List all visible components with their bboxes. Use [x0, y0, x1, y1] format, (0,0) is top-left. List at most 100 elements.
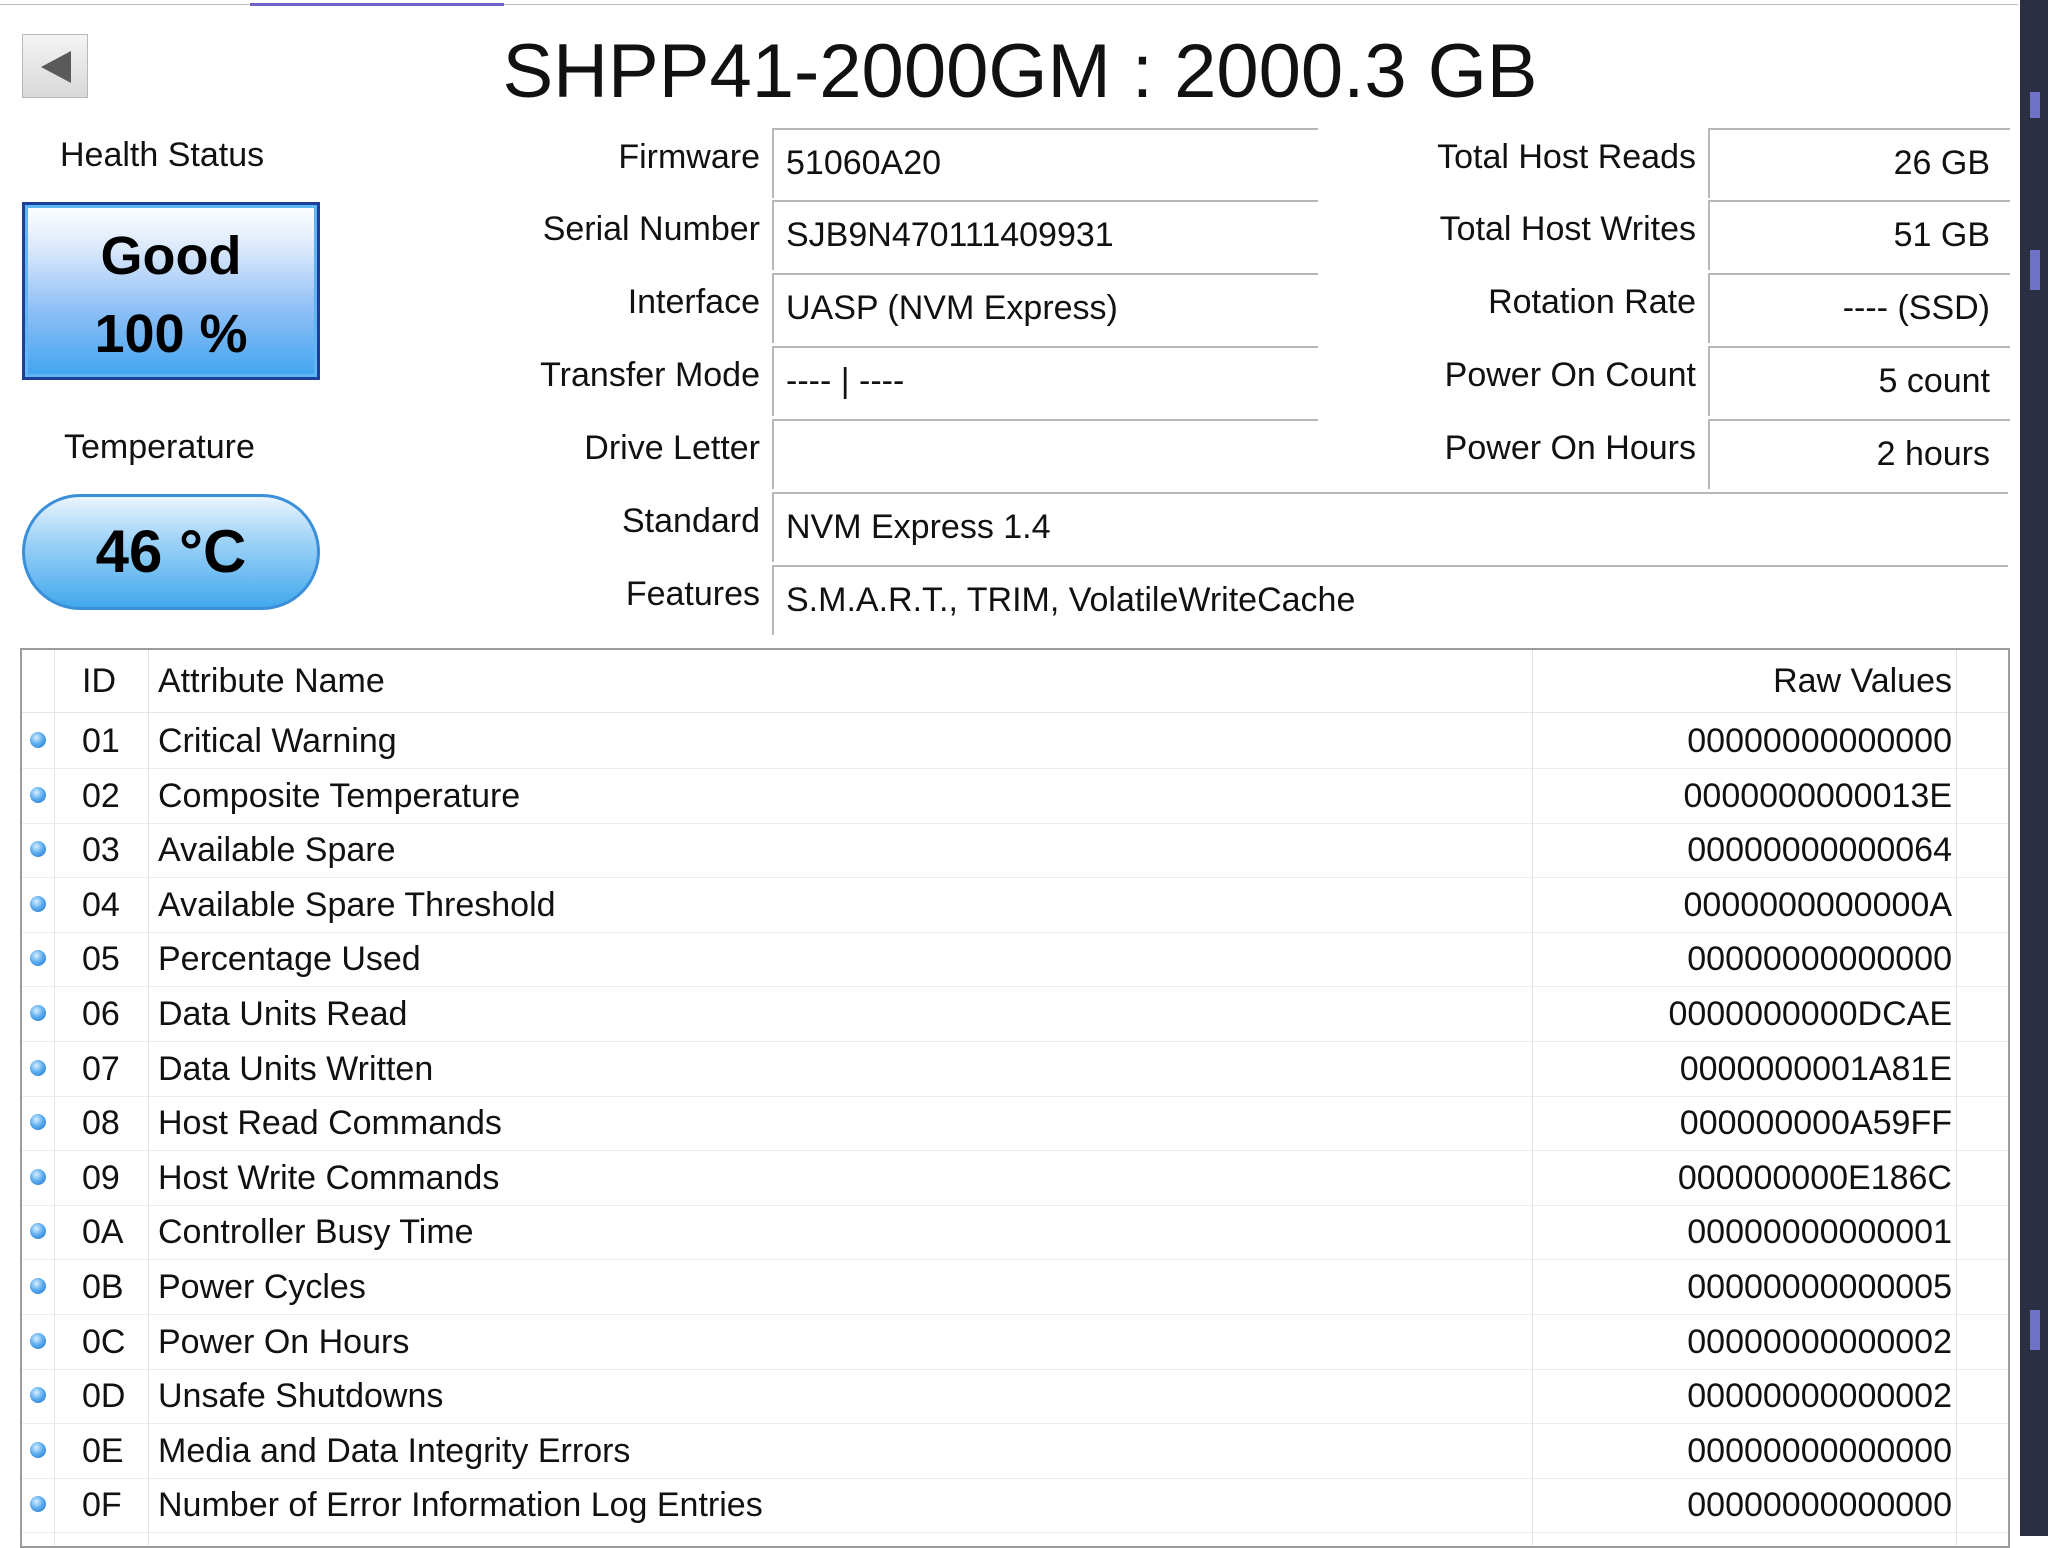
status-dot-icon: [30, 1223, 46, 1240]
back-arrow-icon: [41, 51, 71, 83]
status-dot-icon: [30, 950, 46, 967]
field-value[interactable]: SJB9N470111409931: [772, 200, 1318, 270]
attribute-raw-value: 0000000000DCAE: [1668, 995, 1952, 1033]
attribute-id: 05: [82, 940, 120, 979]
table-row[interactable]: 04 Available Spare Threshold 0000000000000…: [22, 878, 2008, 933]
attribute-name: Number of Error Information Log Entries: [158, 1486, 763, 1525]
attribute-raw-value: 00000000000002: [1687, 1377, 1952, 1416]
field-value[interactable]: UASP (NVM Express): [772, 273, 1318, 343]
attribute-id: 01: [82, 722, 120, 760]
field-value[interactable]: 51 GB: [1708, 200, 2010, 270]
attribute-name: Critical Warning: [158, 722, 397, 760]
status-dot-icon: [30, 841, 46, 858]
health-status-badge[interactable]: Good 100 %: [22, 202, 320, 380]
column-header-id[interactable]: ID: [82, 662, 116, 701]
table-row[interactable]: 07 Data Units Written 0000000001A81E: [22, 1042, 2008, 1097]
table-row[interactable]: 06 Data Units Read 0000000000DCAE: [22, 987, 2008, 1042]
status-dot-icon: [30, 732, 46, 748]
status-dot-icon: [30, 1114, 46, 1131]
field-value[interactable]: 5 count: [1708, 346, 2010, 416]
attribute-id: 09: [82, 1158, 120, 1197]
field-label: Standard: [622, 502, 760, 540]
attribute-raw-value: 00000000000000: [1687, 722, 1952, 760]
field-label: Total Host Writes: [1439, 210, 1696, 248]
attribute-id: 02: [82, 776, 120, 815]
attribute-raw-value: 00000000000000: [1687, 940, 1952, 979]
attribute-raw-value: 00000000000002: [1687, 1322, 1952, 1361]
crystaldiskinfo-window: SHPP41-2000GM : 2000.3 GB Health Status …: [0, 0, 2048, 1548]
table-row[interactable]: 01 Critical Warning 00000000000000: [22, 714, 2008, 769]
attribute-raw-value: 000000000A59FF: [1679, 1104, 1952, 1143]
table-row[interactable]: 0D Unsafe Shutdowns 00000000000002: [22, 1369, 2008, 1425]
table-row[interactable]: 0F Number of Error Information Log Entrie…: [22, 1478, 2008, 1534]
field-label: Interface: [627, 283, 760, 321]
attribute-name: Percentage Used: [158, 940, 421, 979]
attribute-name: Power Cycles: [158, 1268, 366, 1306]
table-row[interactable]: 05 Percentage Used 00000000000000: [22, 932, 2008, 988]
temperature-label: Temperature: [64, 428, 255, 466]
attribute-name: Composite Temperature: [158, 776, 521, 815]
attribute-id: 0C: [82, 1322, 126, 1361]
field-label: Total Host Reads: [1437, 138, 1696, 176]
table-row[interactable]: 02 Composite Temperature 0000000000013E: [22, 769, 2008, 824]
attribute-raw-value: 00000000000000: [1687, 1431, 1952, 1470]
attribute-name: Host Read Commands: [158, 1104, 502, 1143]
field-value[interactable]: NVM Express 1.4: [772, 492, 2008, 562]
attribute-raw-value: 00000000000005: [1687, 1268, 1952, 1306]
health-status-label: Health Status: [60, 136, 265, 174]
attribute-id: 0E: [82, 1431, 124, 1470]
attribute-raw-value: 0000000000013E: [1683, 776, 1953, 815]
active-drive-tab-indicator[interactable]: [250, 3, 504, 6]
table-row[interactable]: 0B Power Cycles 00000000000005: [22, 1260, 2008, 1315]
edge-accent: [2030, 92, 2040, 118]
table-row[interactable]: 0A Controller Busy Time 00000000000001: [22, 1205, 2008, 1261]
column-header-attribute-name[interactable]: Attribute Name: [158, 662, 385, 701]
attribute-name: Data Units Written: [158, 1049, 434, 1088]
field-label: Serial Number: [542, 210, 760, 248]
attribute-raw-value: 0000000001A81E: [1679, 1049, 1952, 1088]
attribute-name: Media and Data Integrity Errors: [158, 1431, 631, 1470]
field-label: Rotation Rate: [1488, 283, 1696, 321]
field-value[interactable]: 51060A20: [772, 128, 1318, 198]
field-value[interactable]: 2 hours: [1708, 419, 2010, 489]
attribute-id: 0A: [82, 1213, 124, 1252]
previous-drive-button[interactable]: [22, 34, 88, 98]
attribute-raw-value: 00000000000064: [1687, 831, 1952, 870]
status-dot-icon: [30, 786, 46, 803]
field-label: Drive Letter: [584, 429, 760, 467]
field-value[interactable]: ---- | ----: [772, 346, 1318, 416]
edge-accent: [2030, 1310, 2040, 1350]
smart-attributes-table[interactable]: ID Attribute Name Raw Values 01 Critical …: [20, 648, 2010, 1548]
attribute-id: 08: [82, 1104, 120, 1143]
table-row[interactable]: 0E Media and Data Integrity Errors 0000000…: [22, 1424, 2008, 1479]
field-value[interactable]: ---- (SSD): [1708, 273, 2010, 343]
status-dot-icon: [30, 1005, 46, 1021]
table-row[interactable]: 03 Available Spare 00000000000064: [22, 823, 2008, 879]
attribute-name: Available Spare Threshold: [158, 885, 556, 924]
field-label: Features: [625, 575, 760, 613]
health-status-text: Good: [100, 226, 242, 286]
field-label: Power On Hours: [1444, 429, 1696, 467]
attribute-name: Available Spare: [158, 831, 396, 870]
field-value[interactable]: [772, 419, 1318, 489]
attribute-raw-value: 0000000000000A: [1683, 885, 1953, 924]
table-row[interactable]: 08 Host Read Commands 000000000A59FF: [22, 1096, 2008, 1152]
table-row[interactable]: 0C Power On Hours 00000000000002: [22, 1315, 2008, 1370]
edge-accent: [2030, 250, 2040, 290]
drive-title: SHPP41-2000GM : 2000.3 GB: [502, 29, 1538, 114]
attribute-raw-value: 000000000E186C: [1677, 1158, 1952, 1197]
field-value[interactable]: S.M.A.R.T., TRIM, VolatileWriteCache: [772, 565, 2008, 635]
attribute-id: 07: [82, 1049, 120, 1088]
attribute-id: 06: [82, 995, 120, 1033]
attribute-raw-value: 00000000000001: [1687, 1213, 1952, 1252]
status-dot-icon: [30, 1441, 46, 1458]
temperature-badge[interactable]: 46 °C: [22, 494, 320, 610]
column-header-raw-values[interactable]: Raw Values: [1773, 662, 1952, 701]
table-row[interactable]: 09 Host Write Commands 000000000E186C: [22, 1151, 2008, 1206]
status-dot-icon: [30, 895, 46, 912]
field-value[interactable]: 26 GB: [1708, 128, 2010, 198]
health-percent: 100 %: [94, 304, 248, 364]
attribute-name: Host Write Commands: [158, 1158, 500, 1197]
status-dot-icon: [30, 1496, 46, 1513]
attribute-name: Power On Hours: [158, 1322, 410, 1361]
